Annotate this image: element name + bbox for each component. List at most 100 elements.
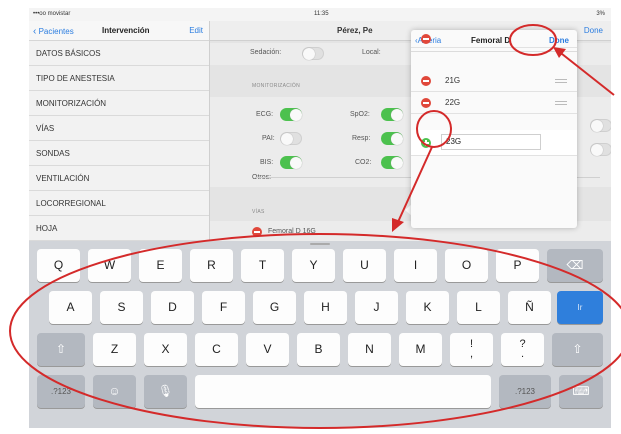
shift-icon: ⇧ bbox=[572, 342, 583, 356]
key-x[interactable]: X bbox=[144, 333, 187, 366]
resp-switch[interactable] bbox=[381, 132, 403, 145]
numbers-right-key[interactable]: .?123 bbox=[499, 375, 551, 408]
backspace-key[interactable]: ⌫ bbox=[547, 249, 603, 282]
key-y[interactable]: Y bbox=[292, 249, 335, 282]
sidebar-item-vias[interactable]: VÍAS bbox=[29, 116, 209, 141]
hide-keyboard-key[interactable]: ⌨ bbox=[559, 375, 603, 408]
return-key[interactable]: Ir bbox=[557, 291, 603, 324]
monitorizacion-header: MONITORIZACIÓN bbox=[252, 83, 300, 89]
edit-button[interactable]: Edit bbox=[189, 26, 203, 35]
key-m[interactable]: M bbox=[399, 333, 442, 366]
delete-via-icon[interactable] bbox=[252, 227, 262, 237]
backspace-icon: ⌫ bbox=[566, 258, 584, 272]
numbers-left-key[interactable]: .?123 bbox=[37, 375, 85, 408]
microphone-icon: 🎙 bbox=[157, 384, 174, 398]
bis-label: BIS: bbox=[260, 159, 274, 166]
key-a[interactable]: A bbox=[49, 291, 92, 324]
spo2-switch[interactable] bbox=[381, 108, 403, 121]
sidebar-item-locorregional[interactable]: LOCORREGIONAL bbox=[29, 191, 209, 216]
extra-switch-1[interactable] bbox=[590, 119, 611, 132]
ecg-switch[interactable] bbox=[280, 108, 302, 121]
key-exclaim-top: ! bbox=[469, 338, 474, 350]
reorder-handle-icon[interactable] bbox=[555, 79, 567, 83]
row-label-21g: 21G bbox=[445, 76, 461, 85]
key-z[interactable]: Z bbox=[93, 333, 136, 366]
key-e[interactable]: E bbox=[139, 249, 182, 282]
key-period-bottom: . bbox=[520, 348, 525, 360]
sidebar-item-ventilacion[interactable]: VENTILACIÓN bbox=[29, 166, 209, 191]
delete-row-icon[interactable] bbox=[421, 34, 431, 44]
key-k[interactable]: K bbox=[406, 291, 449, 324]
pai-switch[interactable] bbox=[280, 132, 302, 145]
sedacion-switch[interactable] bbox=[302, 47, 324, 60]
back-button[interactable]: ‹ Pacientes bbox=[33, 26, 74, 37]
resp-label: Resp: bbox=[352, 135, 371, 142]
delete-22g-icon[interactable] bbox=[421, 98, 431, 108]
sidebar: ‹ Pacientes Intervención Edit DATOS BÁSI… bbox=[29, 21, 210, 241]
keyboard-hide-icon: ⌨ bbox=[572, 384, 590, 398]
bis-switch[interactable] bbox=[280, 156, 302, 169]
key-j[interactable]: J bbox=[355, 291, 398, 324]
key-o[interactable]: O bbox=[445, 249, 488, 282]
reorder-handle-icon[interactable] bbox=[555, 101, 567, 105]
key-n[interactable]: N bbox=[348, 333, 391, 366]
main-done-button[interactable]: Done bbox=[584, 26, 603, 35]
key-w[interactable]: W bbox=[88, 249, 131, 282]
new-gauge-input[interactable]: 23G bbox=[441, 134, 541, 150]
key-enye[interactable]: Ñ bbox=[508, 291, 551, 324]
key-f[interactable]: F bbox=[202, 291, 245, 324]
key-i[interactable]: I bbox=[394, 249, 437, 282]
sidebar-item-tipo-anestesia[interactable]: TIPO DE ANESTESIA bbox=[29, 66, 209, 91]
popover-row-22g[interactable]: 22G bbox=[411, 92, 577, 114]
key-v[interactable]: V bbox=[246, 333, 289, 366]
sidebar-title: Intervención bbox=[102, 26, 150, 35]
shift-right-key[interactable]: ⇧ bbox=[552, 333, 603, 366]
key-comma-bottom: , bbox=[469, 348, 474, 360]
back-label: Pacientes bbox=[38, 27, 74, 36]
emoji-icon: ☺ bbox=[108, 384, 121, 398]
key-u[interactable]: U bbox=[343, 249, 386, 282]
key-s[interactable]: S bbox=[100, 291, 143, 324]
add-row-icon[interactable] bbox=[421, 138, 431, 148]
popover-row-21g[interactable]: 21G bbox=[411, 70, 577, 92]
keyboard-grabber bbox=[310, 243, 330, 245]
emoji-key[interactable]: ☺ bbox=[93, 375, 136, 408]
clock-label: 11:35 bbox=[314, 11, 329, 17]
pai-label: PAI: bbox=[262, 135, 275, 142]
femoral-popover: ‹Arteria Femoral D Done 21G 22G 23G bbox=[411, 30, 577, 228]
popover-row-partial bbox=[411, 34, 577, 48]
key-h[interactable]: H bbox=[304, 291, 347, 324]
space-key[interactable] bbox=[195, 375, 491, 408]
key-question-top: ? bbox=[519, 338, 526, 350]
ipad-screen: •••oo movistar 11:35 3% ‹ Pacientes Inte… bbox=[29, 8, 611, 428]
co2-switch[interactable] bbox=[381, 156, 403, 169]
key-c[interactable]: C bbox=[195, 333, 238, 366]
co2-label: CO2: bbox=[355, 159, 372, 166]
key-b[interactable]: B bbox=[297, 333, 340, 366]
extra-switch-2[interactable] bbox=[590, 143, 611, 156]
status-bar: •••oo movistar 11:35 3% bbox=[29, 8, 611, 21]
key-d[interactable]: D bbox=[151, 291, 194, 324]
carrier-label: •••oo movistar bbox=[33, 11, 71, 17]
dictation-key[interactable]: 🎙 bbox=[144, 375, 187, 408]
key-g[interactable]: G bbox=[253, 291, 296, 324]
key-question-period[interactable]: ?. bbox=[501, 333, 544, 366]
key-l[interactable]: L bbox=[457, 291, 500, 324]
chevron-left-icon: ‹ bbox=[33, 26, 37, 37]
key-exclaim-comma[interactable]: !, bbox=[450, 333, 493, 366]
patient-title: Pérez, Pe bbox=[337, 26, 373, 35]
sidebar-item-sondas[interactable]: SONDAS bbox=[29, 141, 209, 166]
key-p[interactable]: P bbox=[496, 249, 539, 282]
delete-21g-icon[interactable] bbox=[421, 76, 431, 86]
key-r[interactable]: R bbox=[190, 249, 233, 282]
sidebar-item-hoja[interactable]: HOJA bbox=[29, 216, 209, 241]
vias-header: VÍAS bbox=[252, 209, 265, 215]
key-t[interactable]: T bbox=[241, 249, 284, 282]
row-label-22g: 22G bbox=[445, 98, 461, 107]
spo2-label: SpO2: bbox=[350, 111, 370, 118]
sidebar-nav-bar: ‹ Pacientes Intervención Edit bbox=[29, 21, 209, 41]
sidebar-item-datos-basicos[interactable]: DATOS BÁSICOS bbox=[29, 41, 209, 66]
key-q[interactable]: Q bbox=[37, 249, 80, 282]
shift-left-key[interactable]: ⇧ bbox=[37, 333, 85, 366]
sidebar-item-monitorizacion[interactable]: MONITORIZACIÓN bbox=[29, 91, 209, 116]
